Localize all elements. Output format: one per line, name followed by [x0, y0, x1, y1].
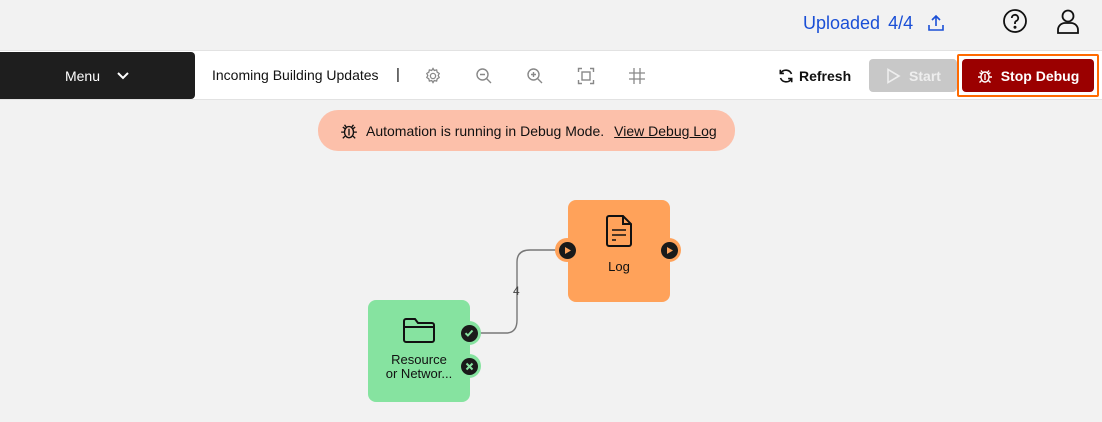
- resource-success-port[interactable]: [457, 321, 481, 345]
- document-icon: [603, 214, 635, 251]
- zoom-out-icon[interactable]: [474, 66, 494, 86]
- menu-button[interactable]: Menu: [0, 52, 195, 99]
- menu-label: Menu: [64, 67, 101, 84]
- upload-icon[interactable]: [927, 14, 945, 32]
- refresh-icon: [779, 69, 793, 83]
- log-output-port[interactable]: [657, 238, 681, 262]
- refresh-label: Refresh: [799, 68, 852, 84]
- log-node-label: Log: [608, 259, 630, 274]
- upload-status[interactable]: Uploaded 4/4: [803, 12, 945, 34]
- view-debug-log-link[interactable]: View Debug Log: [614, 123, 716, 139]
- help-icon[interactable]: [1002, 8, 1028, 34]
- resource-failure-port[interactable]: [457, 354, 481, 378]
- toolbar: Menu Incoming Building Updates | Refresh…: [0, 50, 1102, 100]
- upload-status-count: 4/4: [888, 12, 914, 33]
- bug-icon: [341, 123, 357, 139]
- log-input-port[interactable]: [555, 238, 579, 262]
- resource-node-label-line1: Resource: [391, 352, 447, 367]
- fit-screen-icon[interactable]: [576, 66, 596, 86]
- close-icon: [465, 362, 473, 370]
- edge-count-label: 4: [513, 284, 520, 298]
- refresh-button[interactable]: Refresh: [778, 65, 851, 87]
- banner-message: Automation is running in Debug Mode.: [366, 122, 605, 139]
- upload-status-label: Uploaded: [803, 12, 881, 33]
- zoom-in-icon[interactable]: [525, 66, 545, 86]
- settings-icon[interactable]: [423, 66, 443, 86]
- title-separator: |: [396, 66, 400, 83]
- stop-debug-label: Stop Debug: [1000, 67, 1080, 84]
- page-title: Incoming Building Updates: [212, 67, 379, 83]
- start-button[interactable]: Start: [869, 59, 957, 92]
- resource-node-label: Resource or Networ...: [386, 353, 452, 381]
- resource-node[interactable]: Resource or Networ...: [368, 300, 470, 402]
- debug-mode-banner: Automation is running in Debug Mode. Vie…: [318, 110, 735, 151]
- resource-node-label-line2: or Networ...: [385, 366, 453, 381]
- log-node[interactable]: Log: [568, 200, 670, 302]
- chevron-down-icon: [117, 71, 129, 79]
- folder-icon: [402, 316, 436, 347]
- play-icon: [887, 67, 901, 84]
- user-icon[interactable]: [1055, 8, 1081, 34]
- start-label: Start: [909, 67, 941, 84]
- top-header: Uploaded 4/4: [0, 0, 1102, 50]
- stop-debug-button[interactable]: Stop Debug: [962, 59, 1094, 92]
- grid-icon[interactable]: [627, 66, 647, 86]
- play-icon: [666, 246, 673, 254]
- check-icon: [464, 329, 474, 337]
- bug-icon: [977, 69, 992, 83]
- play-icon: [564, 246, 571, 254]
